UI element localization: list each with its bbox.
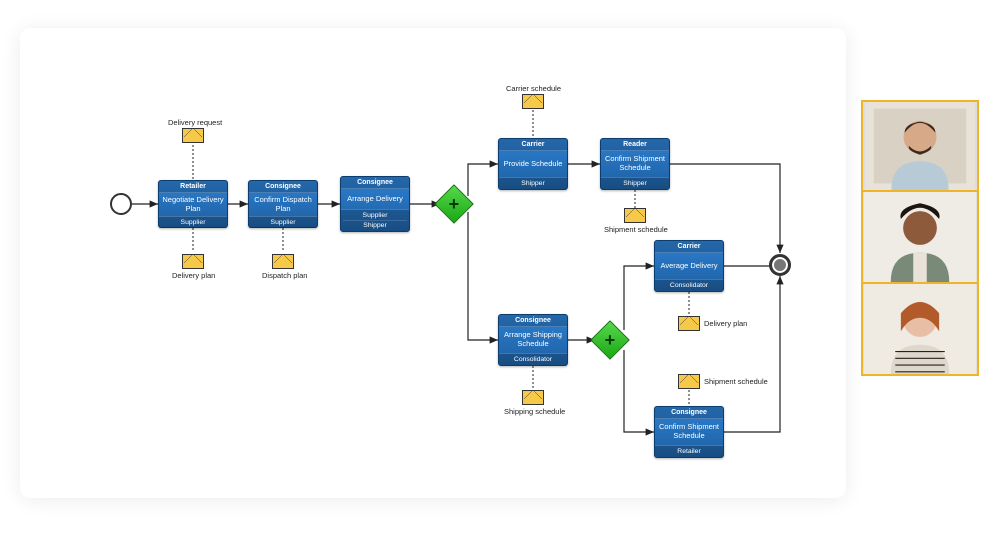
task-role-bottom: Consolidator [655, 279, 723, 291]
task-role-bottom: Supplier Shipper [341, 209, 409, 231]
gateway-symbol: + [449, 193, 460, 214]
task-title: Provide Schedule [499, 151, 567, 177]
role-row: Supplier [343, 212, 407, 219]
message-icon [182, 128, 204, 143]
avatar-icon [863, 192, 977, 282]
task-role-top: Consignee [655, 407, 723, 419]
task-confirm-dispatch-plan[interactable]: Consignee Confirm Dispatch Plan Supplier [248, 180, 318, 228]
message-icon [272, 254, 294, 269]
task-title: Arrange Shipping Schedule [499, 327, 567, 353]
task-title: Confirm Shipment Schedule [655, 419, 723, 445]
gateway-symbol: + [605, 329, 616, 350]
message-icon [182, 254, 204, 269]
task-role-top: Retailer [159, 181, 227, 193]
parallel-gateway-2[interactable]: + [590, 320, 630, 360]
task-confirm-shipment-schedule-lower[interactable]: Consignee Confirm Shipment Schedule Reta… [654, 406, 724, 458]
task-confirm-shipment-schedule-upper[interactable]: Reader Confirm Shipment Schedule Shipper [600, 138, 670, 190]
task-role-bottom: Consolidator [499, 353, 567, 365]
participant-tile-3[interactable] [861, 284, 979, 376]
task-title: Average Delivery [655, 253, 723, 279]
task-title: Confirm Dispatch Plan [249, 193, 317, 216]
end-event[interactable] [769, 254, 791, 276]
task-role-top: Consignee [341, 177, 409, 189]
task-arrange-shipping-schedule[interactable]: Consignee Arrange Shipping Schedule Cons… [498, 314, 568, 366]
task-title: Negotiate Delivery Plan [159, 193, 227, 216]
task-negotiate-delivery-plan[interactable]: Retailer Negotiate Delivery Plan Supplie… [158, 180, 228, 228]
task-role-bottom: Supplier [159, 216, 227, 228]
avatar-icon [863, 102, 977, 190]
participant-tile-1[interactable] [861, 100, 979, 192]
message-label: Carrier schedule [506, 84, 561, 93]
message-label: Shipment schedule [704, 377, 768, 386]
diagram-canvas: Retailer Negotiate Delivery Plan Supplie… [20, 28, 846, 498]
message-label: Dispatch plan [262, 271, 307, 280]
task-role-top: Consignee [249, 181, 317, 193]
message-icon [678, 374, 700, 389]
participant-tile-2[interactable] [861, 192, 979, 284]
message-label: Delivery request [168, 118, 222, 127]
avatar-icon [863, 284, 977, 374]
task-role-bottom: Shipper [499, 177, 567, 189]
message-icon [522, 390, 544, 405]
message-label: Delivery plan [172, 271, 215, 280]
task-provide-schedule[interactable]: Carrier Provide Schedule Shipper [498, 138, 568, 190]
task-role-top: Reader [601, 139, 669, 151]
task-role-bottom: Shipper [601, 177, 669, 189]
task-arrange-delivery[interactable]: Consignee Arrange Delivery Supplier Ship… [340, 176, 410, 232]
message-label: Delivery plan [704, 319, 747, 328]
task-average-delivery[interactable]: Carrier Average Delivery Consolidator [654, 240, 724, 292]
message-label: Shipment schedule [604, 225, 668, 234]
message-icon [624, 208, 646, 223]
task-title: Arrange Delivery [341, 189, 409, 209]
parallel-gateway-1[interactable]: + [434, 184, 474, 224]
task-role-bottom: Supplier [249, 216, 317, 228]
task-role-top: Carrier [499, 139, 567, 151]
task-role-top: Consignee [499, 315, 567, 327]
task-role-bottom: Retailer [655, 445, 723, 457]
role-row: Shipper [343, 220, 407, 229]
task-title: Confirm Shipment Schedule [601, 151, 669, 177]
task-role-top: Carrier [655, 241, 723, 253]
start-event[interactable] [110, 193, 132, 215]
message-icon [678, 316, 700, 331]
participant-tiles [861, 100, 979, 376]
bpmn-diagram: Retailer Negotiate Delivery Plan Supplie… [20, 28, 846, 498]
message-icon [522, 94, 544, 109]
message-label: Shipping schedule [504, 407, 565, 416]
